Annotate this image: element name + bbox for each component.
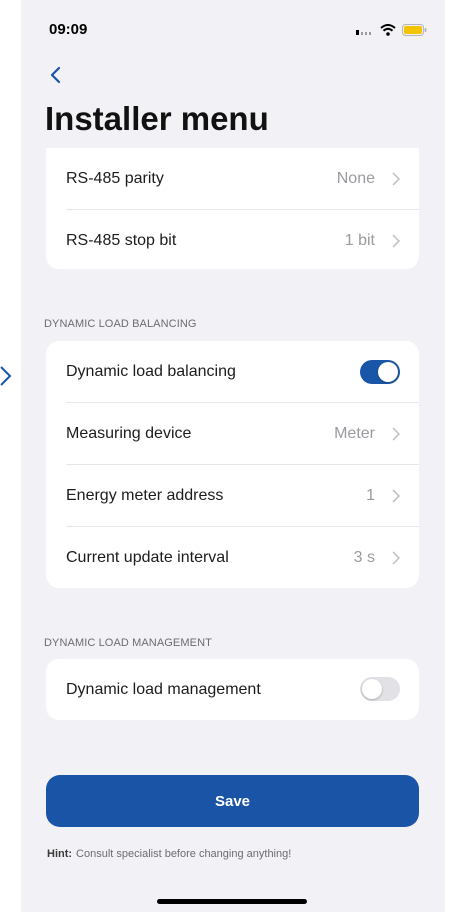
row-label: Energy meter address [66, 487, 224, 504]
section-header-dynamic-load-management: DYNAMIC LOAD MANAGEMENT [44, 637, 212, 649]
chevron-right-icon [392, 551, 400, 565]
hint-prefix: Hint: [47, 848, 73, 860]
row-value: None [336, 170, 375, 187]
row-label: RS-485 stop bit [66, 232, 177, 249]
list-item-energy-meter-address[interactable]: Energy meter address 1 [46, 465, 419, 527]
rs485-settings-group: RS-485 parity None RS-485 stop bit 1 bit [46, 148, 419, 269]
side-pointer-arrow-icon [0, 366, 12, 386]
dynamic-load-management-group: Dynamic load management [46, 659, 419, 720]
hint-text: Hint: Consult specialist before changing … [47, 848, 291, 860]
status-icons [356, 23, 427, 37]
dynamic-load-balancing-toggle[interactable] [360, 360, 400, 384]
row-value: Meter [334, 425, 375, 442]
list-item-dynamic-load-balancing: Dynamic load balancing [46, 341, 419, 403]
page-title: Installer menu [45, 100, 269, 137]
chevron-right-icon [392, 427, 400, 441]
chevron-left-icon[interactable] [47, 64, 67, 86]
chevron-right-icon [392, 489, 400, 503]
list-item-rs485-stop-bit[interactable]: RS-485 stop bit 1 bit [46, 210, 419, 269]
row-value: 1 bit [344, 232, 375, 249]
chevron-right-icon [392, 172, 400, 186]
toggle-knob [378, 362, 398, 382]
home-indicator [157, 899, 307, 904]
hint-message: Consult specialist before changing anyth… [76, 848, 292, 860]
row-label: Current update interval [66, 549, 229, 566]
status-bar: 09:09 [21, 0, 445, 60]
row-label: Measuring device [66, 425, 192, 442]
section-header-dynamic-load-balancing: DYNAMIC LOAD BALANCING [44, 318, 197, 330]
list-item-measuring-device[interactable]: Measuring device Meter [46, 403, 419, 465]
list-item-current-update-interval[interactable]: Current update interval 3 s [46, 527, 419, 588]
battery-icon [402, 24, 427, 36]
chevron-right-icon [392, 234, 400, 248]
row-value: 3 s [353, 549, 375, 566]
row-value: 1 [366, 487, 375, 504]
status-time: 09:09 [49, 21, 88, 38]
row-label: RS-485 parity [66, 170, 164, 187]
dynamic-load-balancing-group: Dynamic load balancing Measuring device … [46, 341, 419, 588]
cellular-signal-icon [356, 30, 371, 35]
wifi-icon [380, 24, 396, 36]
toggle-knob [362, 679, 382, 699]
app-screen: 09:09 Installer menu RS-485 parity None … [21, 0, 445, 912]
row-label: Dynamic load management [66, 680, 261, 698]
row-label: Dynamic load balancing [66, 363, 236, 380]
save-button[interactable]: Save [46, 775, 419, 827]
list-item-dynamic-load-management: Dynamic load management [46, 659, 419, 720]
list-item-rs485-parity[interactable]: RS-485 parity None [46, 148, 419, 210]
dynamic-load-management-toggle[interactable] [360, 677, 400, 701]
